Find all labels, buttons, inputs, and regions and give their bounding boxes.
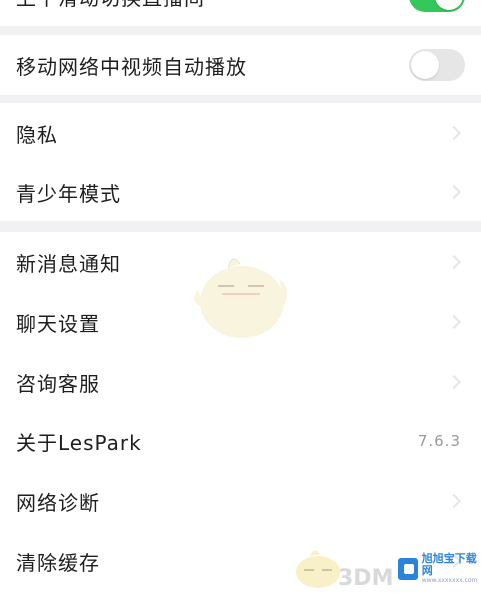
autoplay-toggle[interactable] bbox=[409, 49, 465, 81]
chevron-right-icon bbox=[446, 314, 462, 330]
chevron-right-icon bbox=[446, 184, 462, 200]
setting-row-teen-mode[interactable]: 青少年模式 bbox=[0, 162, 481, 222]
setting-row-swipe-live[interactable]: 上下滑动切换直播间 bbox=[0, 0, 481, 26]
setting-row-autoplay[interactable]: 移动网络中视频自动播放 bbox=[0, 35, 481, 95]
logo-subtitle: www.xxxxxxx.com bbox=[421, 577, 478, 584]
setting-label: 上下滑动切换直播间 bbox=[16, 0, 205, 11]
chevron-right-icon bbox=[446, 374, 462, 390]
setting-label: 新消息通知 bbox=[16, 251, 121, 276]
chevron-right-icon bbox=[446, 254, 462, 270]
toggle-knob bbox=[411, 51, 439, 79]
watermark-text: 3DM bbox=[338, 566, 394, 591]
toggle-knob bbox=[435, 0, 463, 10]
swipe-live-toggle[interactable] bbox=[409, 0, 465, 12]
watermark-logo: 旭旭宝下载网 www.xxxxxxx.com bbox=[398, 553, 481, 585]
setting-row-support[interactable]: 咨询客服 bbox=[0, 352, 481, 412]
chevron-right-icon bbox=[446, 125, 462, 141]
setting-label: 青少年模式 bbox=[16, 181, 121, 206]
version-value: 7.6.3 bbox=[417, 432, 461, 450]
logo-title: 旭旭宝下载网 bbox=[421, 552, 477, 577]
setting-label: 咨询客服 bbox=[16, 371, 100, 396]
setting-label: 清除缓存 bbox=[16, 550, 100, 575]
mascot-watermark-icon bbox=[194, 258, 288, 338]
setting-row-privacy[interactable]: 隐私 bbox=[0, 103, 481, 163]
logo-icon bbox=[398, 558, 418, 580]
setting-label: 网络诊断 bbox=[16, 490, 100, 515]
setting-row-network-diagnosis[interactable]: 网络诊断 bbox=[0, 471, 481, 531]
setting-label: 隐私 bbox=[16, 122, 58, 147]
chevron-right-icon bbox=[446, 493, 462, 509]
setting-row-about[interactable]: 关于LesPark 7.6.3 bbox=[0, 411, 481, 471]
setting-label: 移动网络中视频自动播放 bbox=[16, 54, 247, 79]
setting-label: 关于LesPark bbox=[16, 430, 142, 455]
setting-label: 聊天设置 bbox=[16, 311, 100, 336]
